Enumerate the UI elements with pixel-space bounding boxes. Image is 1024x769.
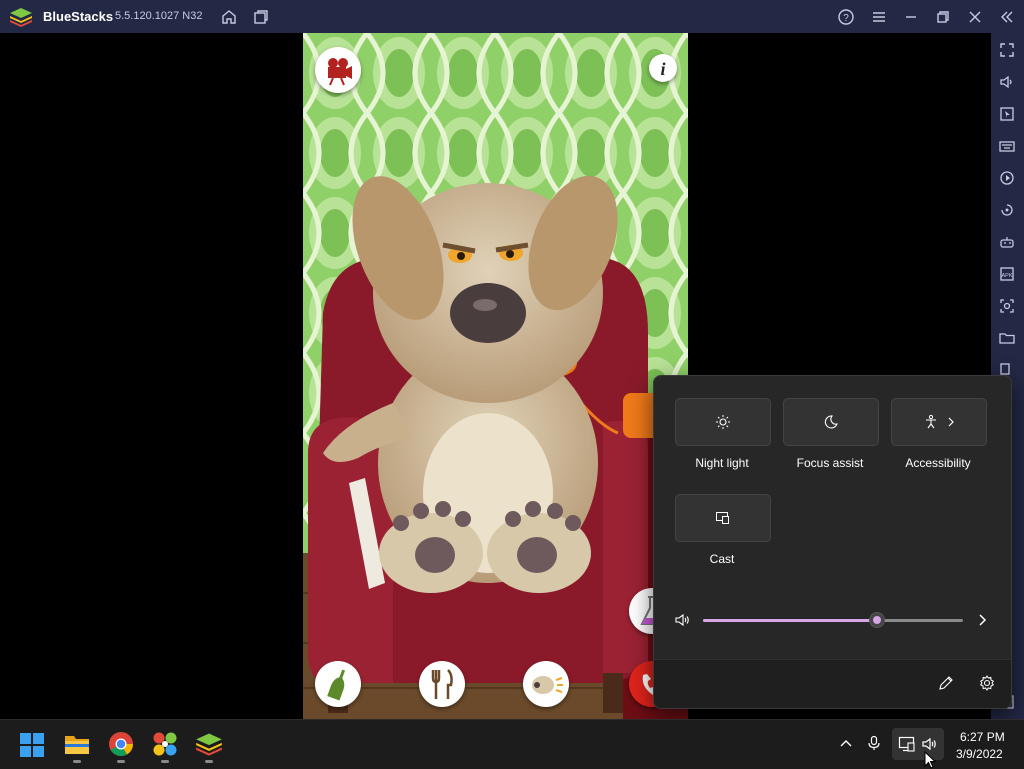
macro-icon[interactable] [998,169,1016,187]
multi-color-app-running-indicator [161,760,169,763]
clock-time[interactable]: 6:27 PM [960,730,1005,744]
volume-slider-fill [703,619,878,622]
quick-settings-footer [654,659,1011,708]
game-screen[interactable]: i [303,33,688,719]
cast-icon [716,512,729,524]
help-icon[interactable]: ? [837,8,855,26]
app-title: BlueStacks [43,9,114,24]
cast-label: Cast [709,552,735,566]
accessibility-icon [926,414,936,429]
svg-text:?: ? [843,13,849,24]
volume-icon[interactable] [998,73,1016,91]
mouse-cursor-icon [924,751,936,769]
record-video-icon[interactable] [315,47,361,93]
sneeze-icon[interactable] [523,661,569,707]
volume-chevron-right-icon[interactable] [976,612,988,628]
chevron-right-icon [948,417,954,427]
close-icon[interactable] [966,8,984,26]
collapse-sidebar-icon[interactable] [998,8,1016,26]
multi-instance-icon[interactable] [252,8,270,26]
file-explorer-running-indicator [73,760,81,763]
eat-fork-knife-icon[interactable] [419,661,465,707]
volume-slider-thumb[interactable] [870,613,885,627]
svg-text:APK: APK [1001,273,1012,279]
chrome-running-indicator [117,760,125,763]
night-light-icon [716,415,730,429]
home-icon[interactable] [220,8,238,26]
night-light-label: Night light [695,456,749,470]
cursor-lock-icon[interactable] [998,105,1016,123]
quick-settings-tray-button[interactable] [892,728,944,760]
windows-start-icon[interactable] [19,732,45,758]
svg-text:i: i [660,59,665,79]
title-bar: BlueStacks 5.5.120.1027 N32 ? [0,0,1024,33]
info-icon[interactable]: i [649,54,677,82]
install-apk-icon[interactable]: APK [998,265,1016,283]
speaker-icon[interactable] [674,612,692,628]
night-light-tile[interactable] [675,398,771,446]
accessibility-tile[interactable] [891,398,987,446]
cast-tile[interactable] [675,494,771,542]
accessibility-label: Accessibility [905,456,971,470]
app-version: 5.5.120.1027 N32 [115,10,203,22]
bluestacks-running-indicator [205,760,213,763]
quick-settings-panel: Night light Focus assist Accessibility C… [653,375,1012,709]
gamepad-icon[interactable] [998,233,1016,251]
screenshot-icon[interactable] [998,297,1016,315]
volume-slider[interactable] [703,610,963,630]
minimize-icon[interactable] [902,8,920,26]
rotate-icon[interactable] [998,201,1016,219]
focus-assist-tile[interactable] [783,398,879,446]
show-hidden-icons-chevron-up-icon[interactable] [838,735,854,751]
multi-color-app-icon[interactable] [151,730,179,758]
menu-icon[interactable] [870,8,888,26]
microphone-icon[interactable] [866,735,882,751]
moon-icon [824,415,838,429]
fullscreen-icon[interactable] [998,41,1016,59]
folder-icon[interactable] [998,329,1016,347]
clock-date[interactable]: 3/9/2022 [956,747,1003,761]
taskbar: 6:27 PM 3/9/2022 [0,719,1024,769]
file-explorer-icon[interactable] [63,730,91,758]
bluestacks-logo-icon [9,6,33,28]
drink-bottle-icon[interactable] [315,661,361,707]
settings-gear-icon[interactable] [978,674,996,692]
keyboard-icon[interactable] [998,137,1016,155]
network-icon [898,735,916,753]
edit-pencil-icon[interactable] [937,674,955,692]
bluestacks-taskbar-icon[interactable] [195,730,223,758]
chrome-icon[interactable] [107,730,135,758]
restore-icon[interactable] [934,8,952,26]
focus-assist-label: Focus assist [796,456,864,470]
